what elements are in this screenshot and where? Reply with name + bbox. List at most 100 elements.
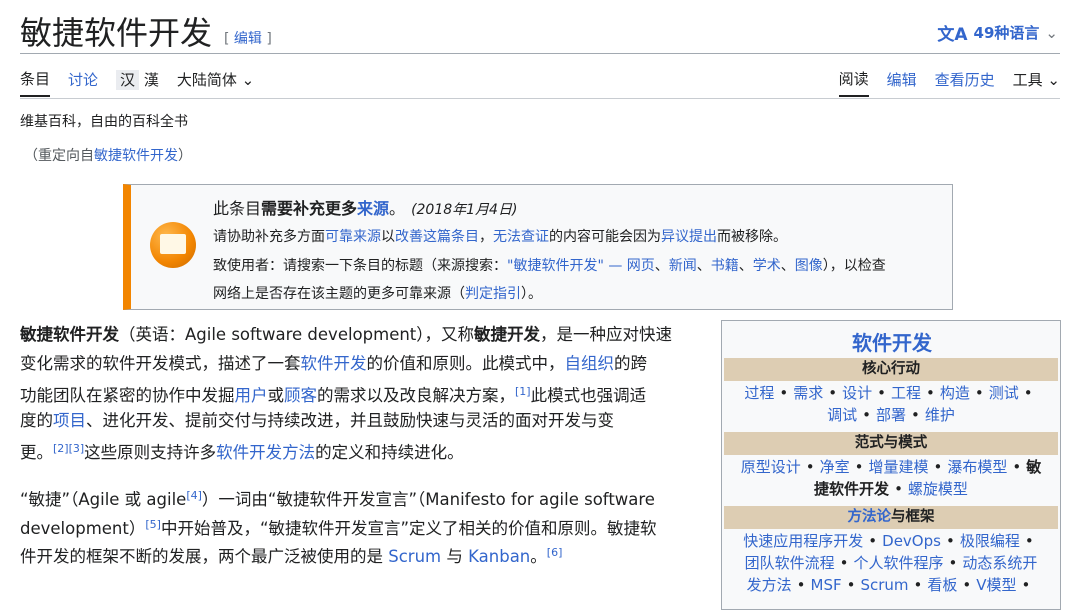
redirect-suffix: ）: [178, 148, 192, 164]
notice-line-3: 致使用者：请搜索一下条目的标题（来源搜索："敏捷软件开发" — 网页、新闻、书籍…: [213, 258, 886, 274]
search-images-link[interactable]: 图像: [795, 258, 823, 274]
ref-1[interactable]: [1]: [515, 385, 531, 398]
verifiability-link[interactable]: 无法查证: [493, 229, 549, 245]
customer-link[interactable]: 顾客: [284, 386, 317, 405]
navbox-link[interactable]: 调试: [827, 406, 857, 424]
tab-read[interactable]: 阅读: [838, 68, 869, 97]
notice-line-4: 网络上是否存在该主题的更多可靠来源（判定指引）。: [213, 286, 542, 302]
han-traditional[interactable]: 漢: [144, 71, 159, 89]
han-simplified[interactable]: 汉: [116, 70, 140, 90]
spiral-model-link[interactable]: 螺旋模型: [908, 480, 968, 498]
language-button[interactable]: 文A 49种语言 ⌄: [937, 20, 1058, 46]
tools-label: 工具: [1012, 71, 1043, 89]
ref-2-3[interactable]: [2][3]: [53, 442, 84, 455]
navbox-link[interactable]: 快速应用程序开发: [743, 532, 863, 550]
tab-history[interactable]: 查看历史: [935, 69, 995, 96]
navbox-link[interactable]: 工程: [891, 384, 921, 402]
bullet-separator: •: [779, 384, 789, 402]
title-divider: [20, 53, 1060, 54]
navbox-link[interactable]: 原型设计: [741, 458, 801, 476]
challenge-link[interactable]: 异议提出: [661, 229, 717, 245]
methods-line-3: 发方法 • MSF • Scrum • 看板 • V模型 •: [746, 576, 1031, 594]
bullet-separator: •: [877, 384, 886, 402]
search-books-link[interactable]: 书籍: [711, 258, 739, 274]
notice-line-2: 请协助补充多方面可靠来源以改善这篇条目，无法查证的内容可能会因为异议提出而被移除…: [213, 229, 787, 245]
bullet-separator: •: [974, 384, 984, 402]
navbox-link[interactable]: 维护: [925, 406, 955, 424]
sources-link[interactable]: 来源: [357, 199, 389, 218]
bullet-separator: •: [962, 576, 972, 594]
software-development-link[interactable]: 软件开发: [301, 354, 367, 373]
chevron-down-icon: ⌄: [241, 71, 255, 89]
navbox-link[interactable]: 增量建模: [868, 458, 928, 476]
bullet-separator: •: [945, 532, 955, 550]
title-edit-link[interactable]: [ 编辑 ]: [224, 28, 272, 48]
book-icon: [150, 222, 196, 268]
tab-article[interactable]: 条目: [20, 68, 51, 97]
tab-talk[interactable]: 讨论: [68, 69, 98, 96]
navbox-link[interactable]: 部署: [876, 406, 906, 424]
page-title: 敏捷软件开发: [20, 14, 213, 52]
han-toggle[interactable]: 汉 漢: [116, 69, 159, 96]
tabs-divider: [20, 98, 1060, 99]
variant-dropdown[interactable]: 大陆简体 ⌄: [177, 69, 254, 96]
bullet-separator: •: [805, 458, 815, 476]
variant-label: 大陆简体: [176, 71, 237, 89]
navbox-link[interactable]: 看板: [927, 576, 957, 594]
bullet-separator: •: [828, 384, 838, 402]
search-web-link[interactable]: "敏捷软件开发" — 网页: [507, 258, 655, 274]
methods-line-2: 团队软件流程 • 个人软件程序 • 动态系统开: [722, 552, 1060, 574]
navbox-link[interactable]: 动态系统开: [962, 554, 1037, 572]
navbox-link[interactable]: 构造: [940, 384, 970, 402]
bullet-separator: •: [913, 576, 923, 594]
navbox-title[interactable]: 软件开发: [722, 327, 1060, 356]
user-link[interactable]: 用户: [235, 386, 268, 405]
methods-line-1: 快速应用程序开发 • DevOps • 极限编程 •: [743, 532, 1034, 550]
navbox-link[interactable]: 过程: [744, 384, 774, 402]
view-tabs: 阅读 编辑 查看历史 工具 ⌄: [838, 68, 1060, 97]
navbox-link[interactable]: MSF: [811, 576, 842, 594]
core-line-1: 过程 • 需求 • 设计 • 工程 • 构造 • 测试 •: [744, 384, 1033, 402]
ref-6[interactable]: [6]: [547, 546, 563, 559]
scrum-link[interactable]: Scrum: [388, 547, 441, 566]
search-scholar-link[interactable]: 学术: [753, 258, 781, 274]
ref-5[interactable]: [5]: [145, 518, 161, 531]
navbox-link[interactable]: 净室: [820, 458, 850, 476]
search-news-link[interactable]: 新闻: [669, 258, 697, 274]
notice-date: (2018年1月4日): [411, 202, 518, 218]
agile-current-b: 捷软件开发: [814, 480, 890, 498]
bullet-separator: •: [926, 384, 935, 402]
navbox-link[interactable]: DevOps: [882, 532, 941, 550]
tools-dropdown[interactable]: 工具 ⌄: [1013, 69, 1060, 96]
navbox-link[interactable]: 发方法: [747, 576, 792, 594]
navbox-link[interactable]: 极限编程: [960, 532, 1020, 550]
navbox-link[interactable]: 设计: [842, 384, 872, 402]
reliable-sources-link[interactable]: 可靠来源: [325, 229, 381, 245]
navbox-link[interactable]: 瀑布模型: [947, 458, 1007, 476]
navbox-link[interactable]: 团队软件流程: [745, 554, 835, 572]
tab-edit[interactable]: 编辑: [887, 69, 917, 96]
redirect-link[interactable]: 敏捷软件开发: [94, 148, 178, 164]
methodology-heading-link[interactable]: 方法论: [848, 509, 892, 525]
guideline-link[interactable]: 判定指引: [465, 286, 521, 302]
title-edit-label[interactable]: 编辑: [234, 31, 262, 47]
navbox-link[interactable]: Scrum: [860, 576, 908, 594]
bullet-separator: •: [948, 554, 958, 572]
bullet-separator: •: [933, 458, 943, 476]
kanban-link[interactable]: Kanban: [468, 547, 530, 566]
redirect-note: （重定向自敏捷软件开发）: [24, 145, 192, 165]
navbox-link[interactable]: V模型: [976, 576, 1016, 594]
methodology-link[interactable]: 软件开发方法: [216, 443, 315, 462]
site-subtitle: 维基百科，自由的百科全书: [20, 114, 188, 130]
navbox-link[interactable]: 测试: [989, 384, 1019, 402]
navbox-heading-core: 核心行动: [724, 358, 1058, 381]
self-organization-link[interactable]: 自组织: [565, 354, 615, 373]
improve-article-link[interactable]: 改善这篇条目: [395, 229, 479, 245]
navbox-link[interactable]: 需求: [793, 384, 823, 402]
project-link[interactable]: 项目: [53, 411, 86, 430]
chevron-down-icon: ⌄: [1047, 71, 1060, 89]
navbox-link[interactable]: 个人软件程序: [853, 554, 943, 572]
ref-4[interactable]: [4]: [186, 489, 202, 502]
core-line-2: 调试 • 部署 • 维护: [722, 404, 1060, 426]
bullet-separator: •: [868, 532, 878, 550]
